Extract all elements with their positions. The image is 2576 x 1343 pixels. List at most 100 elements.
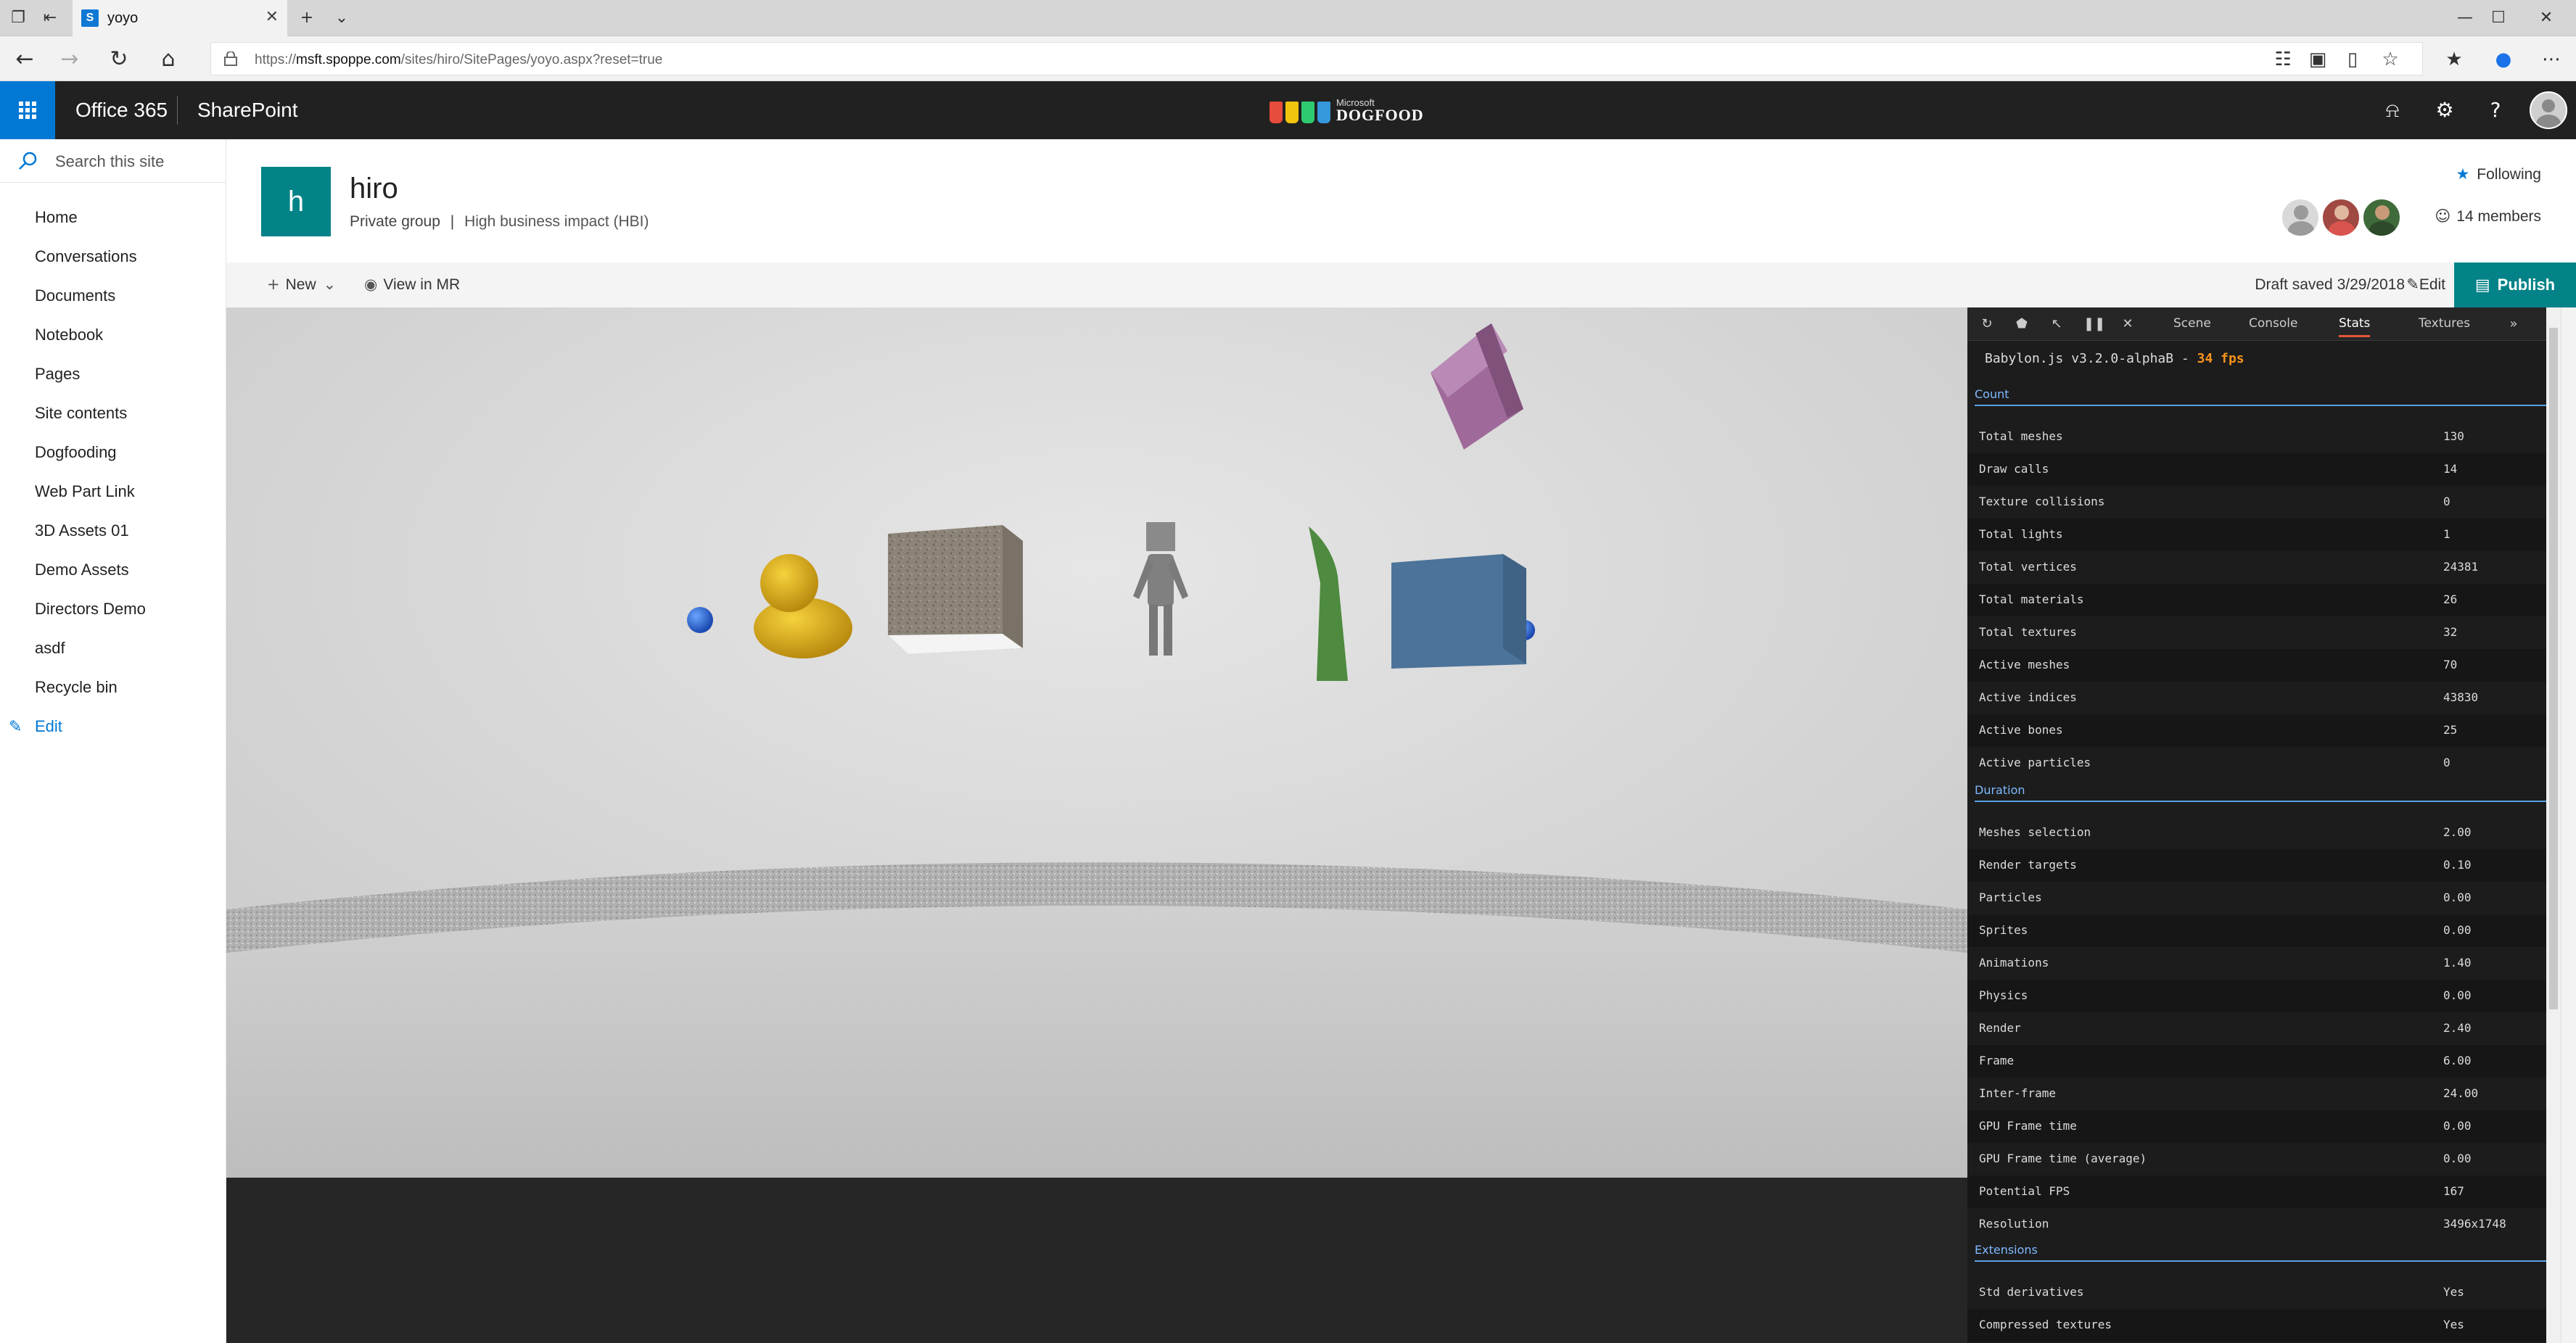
refresh-icon[interactable]: ↻: [104, 45, 133, 74]
site-logo[interactable]: h: [261, 167, 331, 236]
nav-item-asdf[interactable]: asdf: [0, 631, 226, 670]
babylon-debug-panel: ↻ ⬟ ↖ ❚❚ ✕ Scene Console Stats Textures …: [1967, 307, 2561, 1343]
office365-link[interactable]: Office 365: [75, 99, 168, 122]
site-header: h hiro Private group | High business imp…: [226, 139, 2576, 263]
suite-divider: [177, 96, 178, 125]
back-icon[interactable]: ←: [10, 45, 39, 74]
maximize-icon[interactable]: ☐: [2484, 6, 2513, 30]
nav-item-directors-demo[interactable]: Directors Demo: [0, 592, 226, 631]
stat-value: 0.00: [2443, 988, 2472, 1002]
tab-textures[interactable]: Textures: [2419, 316, 2470, 331]
stat-value: 130: [2443, 429, 2464, 443]
nav-item-dogfooding[interactable]: Dogfooding: [0, 435, 226, 474]
translate-icon[interactable]: ☷: [2272, 49, 2294, 70]
stat-label: Draw calls: [1979, 462, 2049, 476]
site-meta: Private group | High business impact (HB…: [350, 213, 649, 231]
minimize-icon[interactable]: —: [2451, 6, 2480, 30]
browser-window: ❐ ⇤ S yoyo ✕ + ⌄ — ☐ ✕ ← → ↻ ⌂ https://m…: [0, 0, 2576, 1343]
favorite-star-icon[interactable]: ☆: [2379, 49, 2401, 70]
tab-stats[interactable]: Stats: [2339, 316, 2371, 337]
nav-item-site-contents[interactable]: Site contents: [0, 396, 226, 435]
help-icon[interactable]: ?: [2482, 97, 2509, 123]
member-avatar: [2280, 197, 2321, 238]
tab-console[interactable]: Console: [2249, 316, 2298, 331]
nav-item-demo-assets[interactable]: Demo Assets: [0, 553, 226, 592]
nav-edit-link[interactable]: ✎ Edit: [0, 709, 226, 748]
nav-item-documents[interactable]: Documents: [0, 278, 226, 318]
debug-toolbar: ↻ ⬟ ↖ ❚❚ ✕ Scene Console Stats Textures …: [1967, 307, 2561, 341]
nav-item-conversations[interactable]: Conversations: [0, 239, 226, 278]
stat-label: Total materials: [1979, 592, 2084, 606]
new-button[interactable]: + New ⌄: [267, 276, 342, 294]
stat-row: Total lights 1: [1967, 518, 2555, 551]
section-count: Count: [1975, 384, 2555, 406]
more-options-icon[interactable]: ⋯: [2540, 49, 2562, 70]
tag-icon[interactable]: ⬟: [2012, 315, 2031, 334]
sharepoint-favicon-icon: S: [81, 9, 99, 27]
more-tabs-icon[interactable]: »: [2504, 315, 2523, 334]
section-duration: Duration: [1975, 780, 2555, 802]
home-icon[interactable]: ⌂: [154, 45, 183, 74]
draft-status: Draft saved 3/29/2018: [2255, 276, 2405, 293]
nav-item-notebook[interactable]: Notebook: [0, 318, 226, 357]
site-search-box[interactable]: Search this site: [0, 139, 226, 183]
members-button[interactable]: ☺ 14 members: [2435, 207, 2541, 226]
following-button[interactable]: ★ Following: [2456, 165, 2541, 183]
settings-gear-icon[interactable]: ⚙: [2432, 97, 2458, 123]
panel-scrollbar-thumb[interactable]: [2549, 328, 2558, 1009]
stat-row: Animations 1.40: [1967, 947, 2555, 980]
sharepoint-link[interactable]: SharePoint: [197, 99, 298, 122]
reading-view-icon[interactable]: ▯: [2342, 49, 2363, 70]
stat-label: Resolution: [1979, 1217, 2049, 1231]
nav-item-recycle-bin[interactable]: Recycle bin: [0, 670, 226, 709]
forward-icon[interactable]: →: [55, 45, 84, 74]
stat-value: 70: [2443, 658, 2458, 672]
star-filled-icon: ★: [2456, 165, 2470, 183]
close-icon[interactable]: ✕: [2118, 315, 2137, 334]
app-launcher-button[interactable]: [0, 81, 55, 139]
refresh-icon[interactable]: ↻: [1978, 315, 1996, 334]
nav-list: Home Conversations Documents Notebook Pa…: [0, 200, 226, 748]
pointer-icon[interactable]: ↖: [2047, 315, 2066, 334]
babylon-3d-canvas[interactable]: [226, 307, 1967, 1178]
nav-item-home[interactable]: Home: [0, 200, 226, 239]
set-aside-tabs-icon[interactable]: ⇤: [41, 9, 59, 28]
pause-icon[interactable]: ❚❚: [2083, 315, 2105, 334]
member-avatars[interactable]: [2280, 197, 2411, 241]
edit-button[interactable]: ✎Edit: [2406, 276, 2445, 294]
view-in-mr-button[interactable]: ◉ View in MR: [364, 276, 460, 294]
stat-label: Active particles: [1979, 756, 2091, 769]
notifications-bell-icon[interactable]: ⍾: [2379, 97, 2406, 123]
tab-title: yoyo: [107, 10, 139, 26]
url-field[interactable]: https://msft.spoppe.com/sites/hiro/SiteP…: [210, 42, 2423, 75]
browser-tab[interactable]: S yoyo ✕: [73, 0, 287, 36]
nav-item-pages[interactable]: Pages: [0, 357, 226, 396]
favorites-hub-icon[interactable]: ★: [2443, 49, 2465, 70]
meta-separator: |: [450, 213, 455, 230]
tab-preview-chevron-icon[interactable]: ⌄: [332, 9, 351, 28]
close-tab-icon[interactable]: ✕: [266, 8, 279, 26]
stat-value: 0.00: [2443, 1119, 2472, 1133]
tab-manager-icon[interactable]: ❐: [9, 9, 28, 28]
publish-button[interactable]: ▤ Publish: [2454, 263, 2576, 307]
page-scrollbar[interactable]: [2561, 307, 2576, 1343]
stat-row: Render 2.40: [1967, 1012, 2555, 1045]
tab-scene[interactable]: Scene: [2173, 316, 2211, 331]
panel-scrollbar[interactable]: [2546, 307, 2561, 1343]
nav-item-3d-assets-01[interactable]: 3D Assets 01: [0, 513, 226, 553]
site-title[interactable]: hiro: [350, 173, 398, 205]
scene-render: [226, 307, 1967, 1178]
user-avatar[interactable]: [2530, 91, 2567, 129]
stat-label: Meshes selection: [1979, 825, 2091, 839]
briefcase-icon[interactable]: ▣: [2307, 49, 2329, 70]
stat-value: 0: [2443, 756, 2451, 769]
stat-row: Texture collisions 0: [1967, 486, 2555, 518]
new-tab-icon[interactable]: +: [297, 9, 316, 28]
nav-item-web-part-link[interactable]: Web Part Link: [0, 474, 226, 513]
stat-row: Frame 6.00: [1967, 1045, 2555, 1078]
member-avatar: [2321, 197, 2361, 238]
extension-globe-icon[interactable]: ●: [2493, 49, 2514, 70]
person-icon: ☺: [2435, 207, 2451, 225]
close-window-icon[interactable]: ✕: [2532, 6, 2561, 30]
book-icon: ▤: [2474, 276, 2490, 294]
